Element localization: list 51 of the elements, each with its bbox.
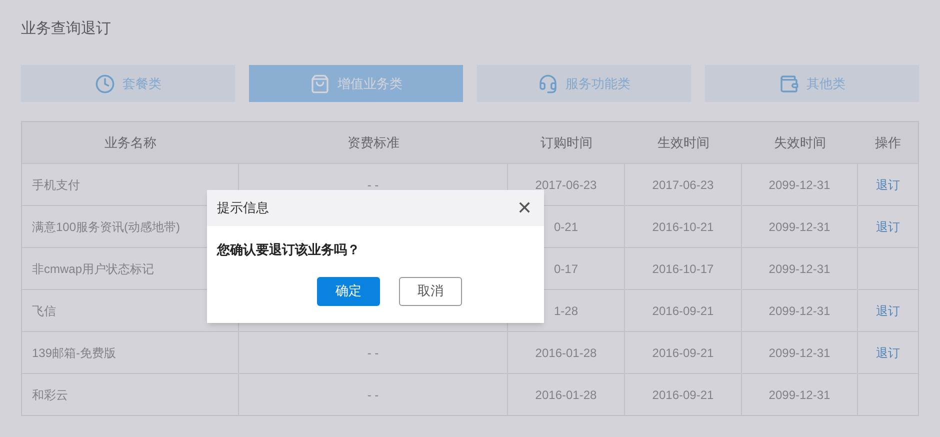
table-cell-text: 2016-01-28 <box>535 386 597 404</box>
category-tab[interactable]: 增值业务类 <box>249 65 463 102</box>
column-header: 资费标准 <box>348 134 400 152</box>
table-cell-text: 2016-09-21 <box>652 344 714 362</box>
unsubscribe-link[interactable]: 退订 <box>876 176 900 194</box>
close-button[interactable]: ✕ <box>517 199 532 217</box>
table-cell-text: 2016-10-21 <box>652 218 714 236</box>
table-cell-text: 1-28 <box>554 302 578 320</box>
table-cell-text: 2017-06-23 <box>652 176 714 194</box>
shopping-bag-icon <box>310 74 330 94</box>
table-cell-text: 2099-12-31 <box>768 344 830 362</box>
page-title: 业务查询退订 <box>21 19 112 39</box>
table-cell-text: 2017-06-23 <box>535 176 597 194</box>
table-cell-text: 0-17 <box>554 260 578 278</box>
category-tab[interactable]: 套餐类 <box>21 65 235 102</box>
dialog-message: 您确认要退订该业务吗？ <box>216 241 361 259</box>
table-cell-text: 飞信 <box>32 302 56 320</box>
dialog-title: 提示信息 <box>217 199 269 218</box>
unsubscribe-link[interactable]: 退订 <box>876 218 900 236</box>
table-cell-text: 2016-01-28 <box>535 344 597 362</box>
table-cell-text: 满意100服务资讯(动感地带) <box>32 218 180 236</box>
column-header: 业务名称 <box>104 134 156 152</box>
table-cell-text: 2099-12-31 <box>768 302 830 320</box>
column-header: 操作 <box>875 134 901 152</box>
headset-icon <box>538 74 558 94</box>
column-header: 失效时间 <box>774 134 826 152</box>
unsubscribe-link[interactable]: 退订 <box>876 302 900 320</box>
table-cell-text: 2099-12-31 <box>768 386 830 404</box>
column-header: 订购时间 <box>540 134 592 152</box>
category-tab[interactable]: 其他类 <box>705 65 919 102</box>
table-cell-text: - - <box>367 176 379 194</box>
table-cell-text: 手机支付 <box>32 176 80 194</box>
clock-icon <box>94 74 114 94</box>
table-cell-text: - - <box>367 344 379 362</box>
table-cell-text: 2016-09-21 <box>652 302 714 320</box>
table-cell-text: 2099-12-31 <box>768 218 830 236</box>
confirm-button[interactable]: 确定 <box>317 276 380 306</box>
table-cell-text: 0-21 <box>554 218 578 236</box>
cancel-button[interactable]: 取消 <box>399 276 462 306</box>
table-cell-text: 2016-10-17 <box>652 260 714 278</box>
table-cell-text: 和彩云 <box>32 386 68 404</box>
category-tab[interactable]: 服务功能类 <box>477 65 691 102</box>
wallet-icon <box>778 74 798 94</box>
table-cell-text: - - <box>367 386 379 404</box>
table-cell-text: 2099-12-31 <box>768 176 830 194</box>
table-cell-text: 139邮箱-免费版 <box>32 344 116 362</box>
unsubscribe-link[interactable]: 退订 <box>876 344 900 362</box>
table-cell-text: 2099-12-31 <box>768 260 830 278</box>
table-cell-text: 非cmwap用户状态标记 <box>32 260 154 278</box>
column-header: 生效时间 <box>658 134 710 152</box>
table-cell-text: 2016-09-21 <box>652 386 714 404</box>
